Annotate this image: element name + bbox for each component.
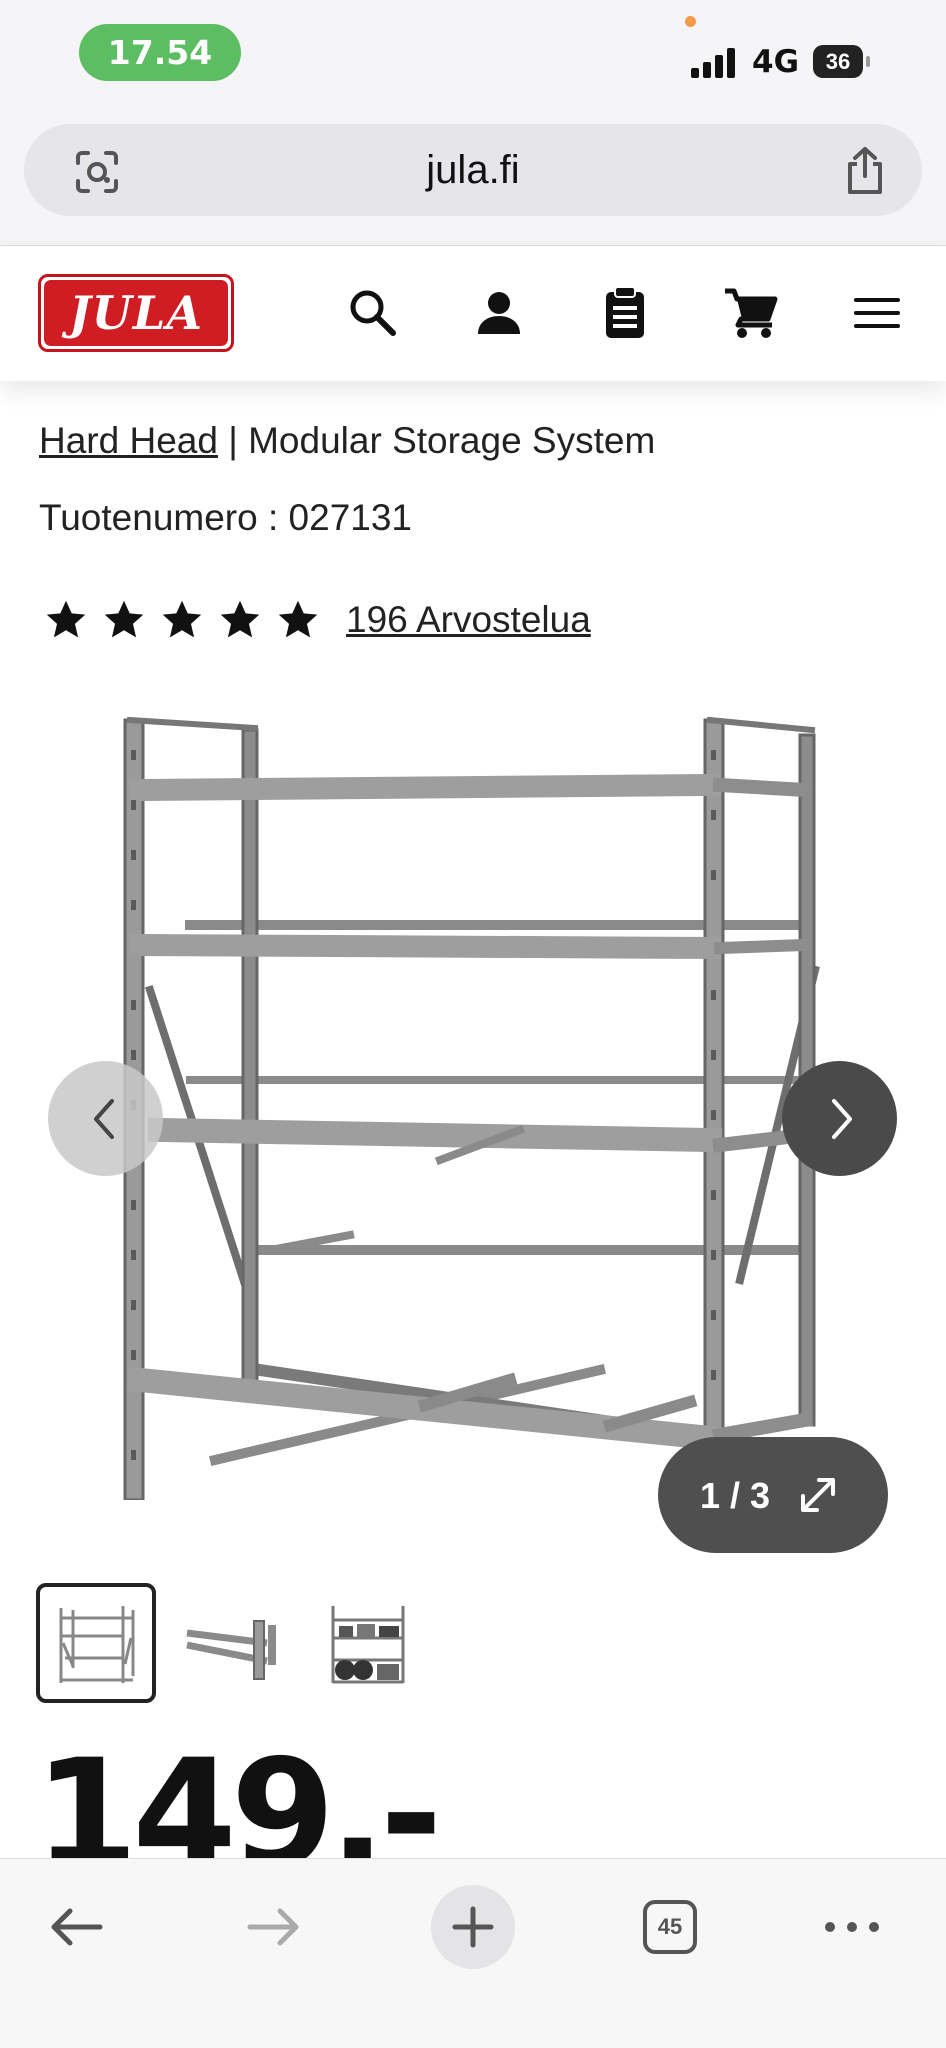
title-separator: | [217,420,249,461]
privacy-indicator-dot [685,16,696,27]
product-price: 149.- [34,1740,437,1858]
battery-tip [866,56,870,67]
thumbnail-image [186,1620,276,1680]
star-icon [220,600,260,638]
site-header: JULA [0,246,946,381]
thumbnail-image [331,1606,405,1684]
plus-circle [431,1885,515,1969]
more-icon [825,1922,879,1932]
url-text[interactable]: jula.fi [24,148,922,193]
browser-address-area: jula.fi [0,118,946,246]
star-icon [278,600,318,638]
rating-stars [44,598,320,642]
star-icon [46,600,86,638]
product-image[interactable] [40,690,906,1500]
image-counter-pill[interactable]: 1 / 3 [658,1437,888,1553]
user-icon[interactable] [470,284,528,342]
back-arrow-icon [51,1908,103,1946]
menu-icon[interactable] [848,284,906,342]
network-type: 4G [752,44,800,80]
product-number: Tuotenumero : 027131 [39,497,412,539]
reviews-link[interactable]: 196 Arvostelua [346,599,591,641]
product-number-value: 027131 [288,497,413,538]
star-icon [104,600,144,638]
status-bar: 17.54 4G 36 [0,0,946,118]
browser-toolbar: 45 [0,1858,946,2048]
product-title: Hard Head | Modular Storage System [39,420,655,462]
thumbnail-image [59,1606,135,1683]
product-number-label: Tuotenumero : [39,497,289,538]
thumbnail-2[interactable] [172,1583,292,1703]
thumbnail-3[interactable] [308,1583,428,1703]
plus-icon [452,1906,494,1948]
product-name: Modular Storage System [248,420,656,461]
back-button[interactable] [36,1887,116,1967]
jula-logo[interactable]: JULA [38,274,234,352]
battery-icon: 36 [813,45,863,78]
more-button[interactable] [812,1887,892,1967]
star-icon [162,600,202,638]
image-counter: 1 / 3 [700,1475,771,1516]
search-icon[interactable] [344,284,402,342]
forward-button[interactable] [234,1887,314,1967]
forward-arrow-icon [247,1908,299,1946]
tabs-icon: 45 [643,1900,697,1954]
tabs-count: 45 [657,1914,683,1939]
chevron-right-icon [831,1098,852,1139]
thumbnail-1[interactable] [36,1583,156,1703]
signal-icon [691,48,735,78]
previous-image-button[interactable] [48,1061,163,1176]
cart-icon[interactable] [722,284,780,342]
clock-time: 17.54 [79,24,241,81]
tabs-button[interactable]: 45 [630,1887,710,1967]
address-bar[interactable]: jula.fi [24,124,922,216]
expand-icon[interactable] [793,1470,843,1520]
battery-level: 36 [825,48,851,74]
new-tab-button[interactable] [431,1885,515,1969]
chevron-left-icon [93,1098,114,1139]
brand-link[interactable]: Hard Head [39,420,218,461]
share-icon[interactable] [842,146,888,196]
clipboard-icon[interactable] [596,284,654,342]
next-image-button[interactable] [782,1061,897,1176]
rating-row: 196 Arvostelua [44,590,591,650]
logo-text: JULA [44,280,228,346]
